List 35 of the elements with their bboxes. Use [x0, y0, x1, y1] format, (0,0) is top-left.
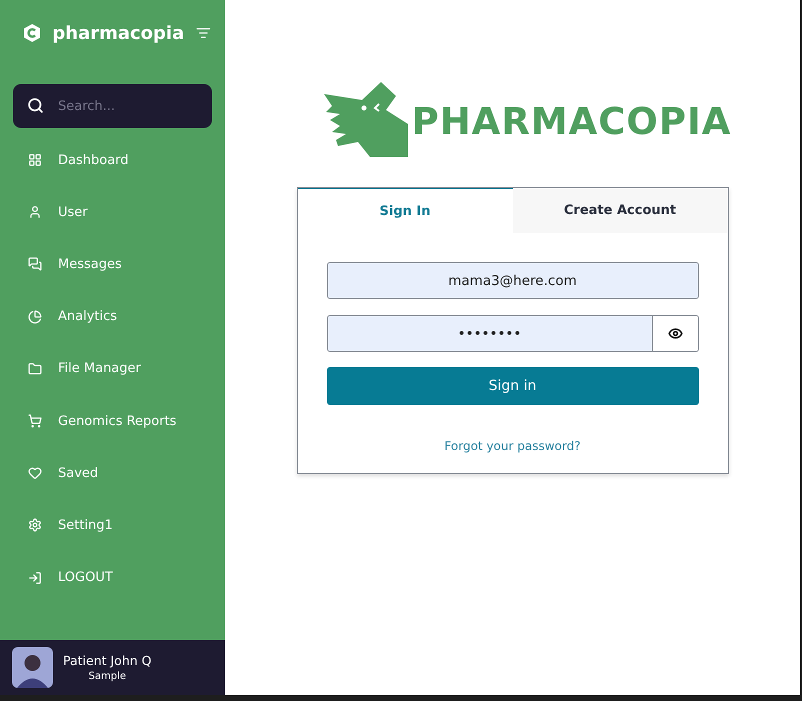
- logo-wordmark: PHARMACOPIA: [412, 100, 732, 143]
- heart-icon: [28, 466, 42, 480]
- show-password-button[interactable]: [652, 315, 698, 352]
- cart-icon: [28, 414, 42, 428]
- sidebar-item[interactable]: Messages: [58, 256, 122, 272]
- sidebar-item[interactable]: File Manager: [58, 361, 141, 376]
- pie-chart-icon: [28, 310, 42, 324]
- search-icon: [27, 97, 44, 114]
- sidebar-item[interactable]: Saved: [58, 466, 98, 481]
- search-field[interactable]: Search...: [13, 84, 212, 128]
- settings-icon: [28, 518, 42, 532]
- logout-icon: [28, 570, 42, 585]
- eye-icon: [668, 326, 682, 341]
- password-field[interactable]: ••••••••: [326, 315, 652, 352]
- sidebar-item[interactable]: Dashboard: [58, 152, 129, 168]
- profile-name: Patient John Q: [63, 653, 152, 668]
- sidebar-item[interactable]: LOGOUT: [58, 570, 113, 586]
- forgot-password-link[interactable]: Forgot your password?: [444, 439, 581, 453]
- sidebar-item[interactable]: Analytics: [58, 309, 118, 324]
- email-field[interactable]: mama3@here.com: [326, 262, 698, 299]
- sidebar-item[interactable]: User: [58, 204, 88, 220]
- folder-icon: [28, 362, 42, 376]
- sidebar-item[interactable]: Genomics Reports: [58, 414, 176, 429]
- sidebar-item[interactable]: Setting1: [58, 518, 113, 533]
- user-icon: [28, 205, 42, 220]
- tab[interactable]: Create Account: [512, 188, 728, 233]
- avatar: [12, 647, 53, 688]
- wolf-head-logo-icon: [324, 82, 408, 157]
- brand-name: pharmacopia: [52, 22, 184, 44]
- grid-icon: [28, 153, 42, 168]
- sign-in-button[interactable]: Sign in: [326, 367, 698, 405]
- chat-icon: [28, 257, 42, 272]
- tab[interactable]: Sign In: [298, 188, 512, 233]
- hexagon-logo-icon: [24, 22, 40, 44]
- profile-role: Sample: [88, 671, 127, 682]
